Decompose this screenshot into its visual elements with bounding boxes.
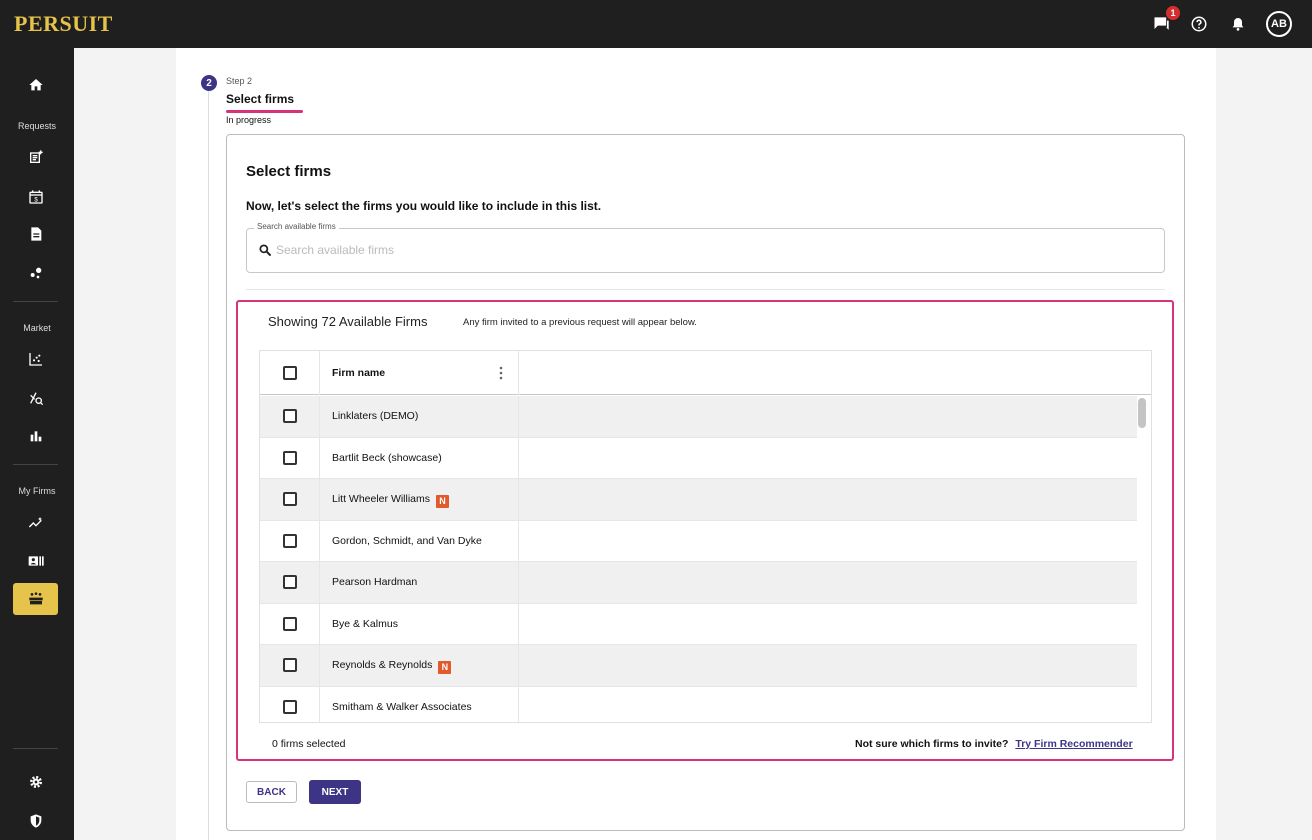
- notifications-icon[interactable]: [1226, 12, 1250, 36]
- table-row[interactable]: Bartlit Beck (showcase): [260, 437, 1137, 479]
- card-title: Select firms: [246, 163, 332, 180]
- calendar-pricing-icon[interactable]: $: [22, 183, 50, 211]
- scatter-chart-icon[interactable]: [22, 345, 50, 373]
- firm-name: Linklaters (DEMO): [332, 410, 419, 422]
- column-menu-icon[interactable]: [496, 365, 506, 381]
- selected-count: 0 firms selected: [272, 738, 346, 750]
- settings-icon[interactable]: [22, 768, 50, 796]
- row-checkbox[interactable]: [283, 533, 297, 548]
- new-firm-badge: N: [438, 661, 452, 674]
- bar-chart-icon[interactable]: [22, 422, 50, 450]
- table-row[interactable]: Linklaters (DEMO): [260, 396, 1137, 438]
- sidebar: Requests $ Market My Firms: [0, 48, 74, 840]
- firm-name: Bartlit Beck (showcase): [332, 451, 442, 464]
- step-status: In progress: [226, 115, 272, 125]
- home-icon[interactable]: [22, 71, 50, 99]
- row-checkbox[interactable]: [283, 450, 297, 465]
- table-row[interactable]: Smitham & Walker Associates: [260, 686, 1137, 722]
- table-row[interactable]: Gordon, Schmidt, and Van Dyke: [260, 520, 1137, 562]
- connections-icon[interactable]: [22, 259, 50, 287]
- table-header: Firm name: [260, 351, 1151, 395]
- select-all-checkbox[interactable]: [283, 366, 297, 380]
- row-checkbox[interactable]: [283, 699, 297, 714]
- nav-section-my-firms: My Firms: [18, 486, 56, 496]
- step-number-badge: 2: [201, 75, 217, 91]
- try-firm-recommender-link[interactable]: Try Firm Recommender: [1015, 738, 1132, 750]
- firm-name: Bye & Kalmus: [332, 617, 398, 630]
- row-checkbox[interactable]: [283, 616, 297, 631]
- firm-name: Smitham & Walker Associates: [332, 700, 472, 713]
- firm-name: Litt Wheeler Williams N: [332, 493, 450, 508]
- nav-section-requests: Requests: [17, 121, 57, 131]
- firms-table: Firm name Linklaters (DEMO) Bartlit Beck…: [259, 350, 1152, 723]
- firm-performance-icon[interactable]: [22, 509, 50, 537]
- help-icon[interactable]: [1187, 12, 1211, 36]
- column-header-firm-name[interactable]: Firm name: [332, 367, 385, 379]
- search-field-label: Search available firms: [254, 222, 339, 231]
- table-row[interactable]: Pearson Hardman: [260, 562, 1137, 604]
- card-subtitle: Now, let's select the firms you would li…: [246, 199, 602, 213]
- step-connector-line: [208, 88, 209, 840]
- new-firm-badge: N: [436, 495, 450, 508]
- back-button[interactable]: BACK: [246, 781, 297, 803]
- table-scrollbar[interactable]: [1138, 398, 1146, 428]
- table-row[interactable]: Litt Wheeler Williams N: [260, 479, 1137, 521]
- user-avatar[interactable]: AB: [1266, 11, 1292, 37]
- recommender-prompt-text: Not sure which firms to invite?: [855, 738, 1009, 750]
- row-checkbox[interactable]: [283, 409, 297, 423]
- table-row[interactable]: Reynolds & Reynolds N: [260, 645, 1137, 687]
- firm-directory-icon[interactable]: [22, 547, 50, 575]
- app-logo[interactable]: PERSUIT: [14, 11, 113, 37]
- row-checkbox[interactable]: [283, 575, 297, 589]
- table-row[interactable]: Bye & Kalmus: [260, 603, 1137, 645]
- firm-recommender-prompt: Not sure which firms to invite? Try Firm…: [855, 738, 1133, 750]
- top-bar: PERSUIT 1 AB: [0, 0, 1312, 48]
- firm-name: Pearson Hardman: [332, 576, 418, 588]
- search-input[interactable]: [276, 241, 1136, 259]
- security-shield-icon[interactable]: [22, 807, 50, 835]
- market-insights-icon[interactable]: [22, 384, 50, 412]
- messages-icon[interactable]: 1: [1150, 6, 1180, 36]
- step-title: Select firms: [226, 92, 295, 106]
- firm-lists-icon[interactable]: [13, 583, 58, 615]
- row-checkbox[interactable]: [283, 492, 297, 506]
- step-label: Step 2: [226, 76, 253, 86]
- available-firms-note: Any firm invited to a previous request w…: [463, 317, 697, 328]
- document-icon[interactable]: [22, 220, 50, 248]
- new-request-icon[interactable]: [22, 143, 50, 171]
- available-firms-count: Showing 72 Available Firms: [268, 314, 428, 329]
- step-active-underline: [226, 110, 303, 113]
- firm-name: Gordon, Schmidt, and Van Dyke: [332, 534, 482, 547]
- firm-name: Reynolds & Reynolds N: [332, 659, 452, 674]
- nav-section-market: Market: [23, 323, 51, 333]
- next-button[interactable]: NEXT: [309, 780, 361, 804]
- row-checkbox[interactable]: [283, 658, 297, 672]
- messages-badge: 1: [1166, 6, 1180, 20]
- divider: [246, 289, 1165, 290]
- search-icon: [259, 244, 271, 256]
